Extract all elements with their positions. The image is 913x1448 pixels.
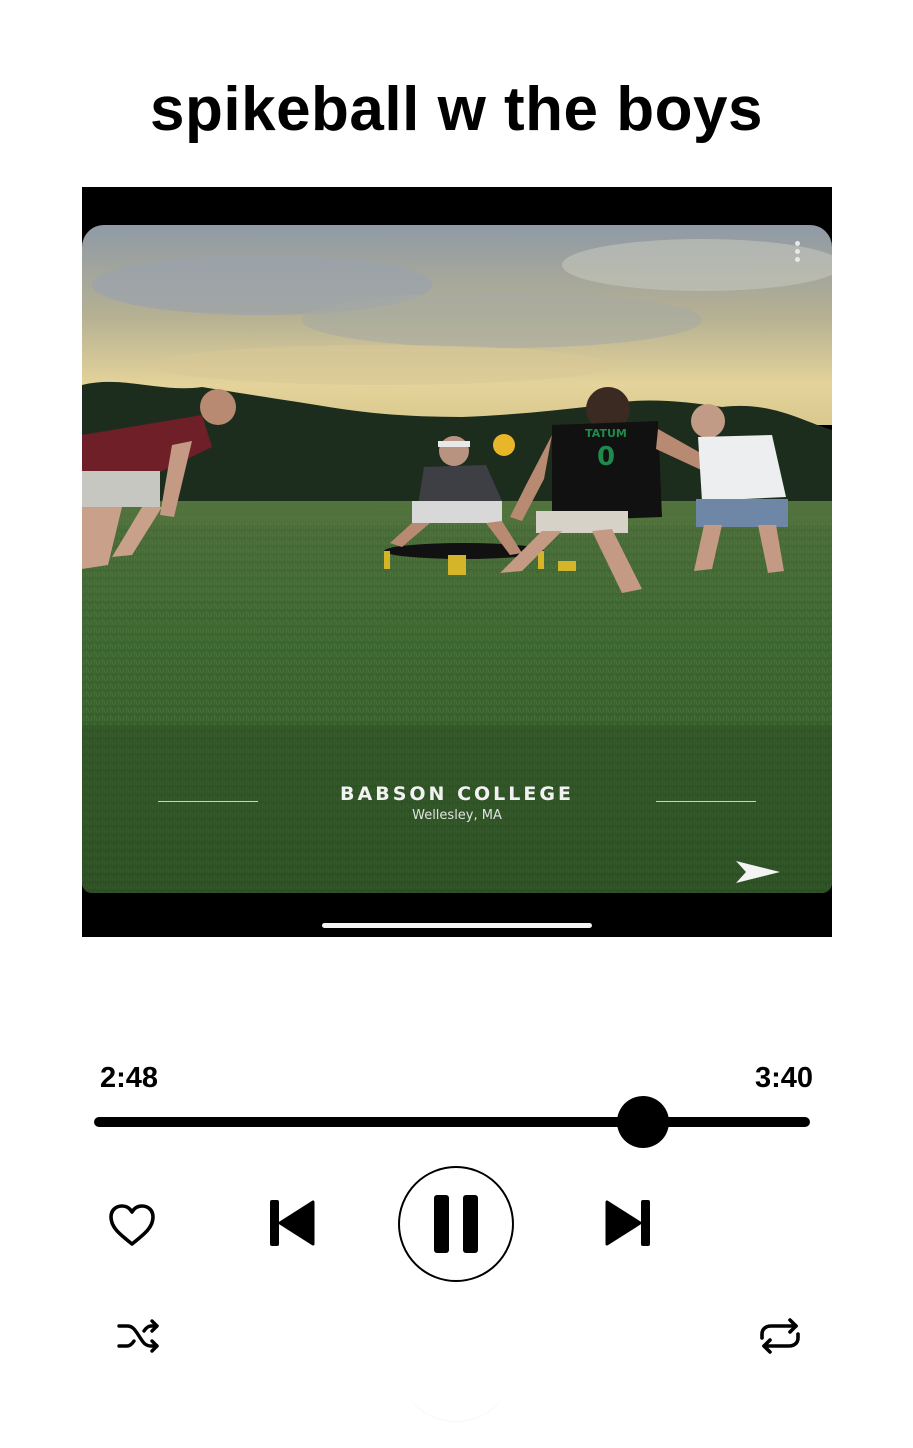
snap-photo[interactable]: TATUM 0 BABSON COLLEGE Wellesley, MA (82, 225, 832, 893)
repeat-icon (760, 1318, 800, 1354)
pause-button[interactable] (398, 1166, 514, 1282)
heart-outline-icon (109, 1204, 155, 1246)
background-decoration (398, 1306, 514, 1422)
repeat-button[interactable] (752, 1312, 808, 1360)
skip-previous-icon (270, 1200, 315, 1246)
next-button[interactable] (600, 1196, 658, 1250)
progress-track[interactable] (94, 1117, 810, 1127)
skip-next-icon (605, 1200, 650, 1246)
media-frame: TATUM 0 BABSON COLLEGE Wellesley, MA (82, 187, 832, 937)
pause-icon (434, 1195, 478, 1253)
page-title: spikeball w the boys (150, 75, 763, 144)
shuffle-icon (117, 1319, 159, 1353)
geofilter-left-line (158, 801, 258, 802)
shuffle-button[interactable] (112, 1314, 166, 1358)
more-vertical-icon[interactable] (794, 241, 802, 263)
jersey-name: TATUM (585, 427, 627, 440)
like-button[interactable] (100, 1196, 164, 1254)
progress-knob[interactable] (617, 1096, 670, 1148)
geofilter: BABSON COLLEGE Wellesley, MA (82, 783, 832, 823)
geofilter-right-line (656, 801, 756, 802)
total-time: 3:40 (754, 1062, 813, 1094)
home-indicator (322, 923, 592, 928)
jersey-number: 0 (597, 442, 615, 472)
geofilter-subtitle: Wellesley, MA (412, 808, 502, 823)
previous-button[interactable] (262, 1196, 320, 1250)
send-arrow-icon[interactable] (734, 859, 782, 885)
elapsed-time: 2:48 (100, 1062, 159, 1094)
